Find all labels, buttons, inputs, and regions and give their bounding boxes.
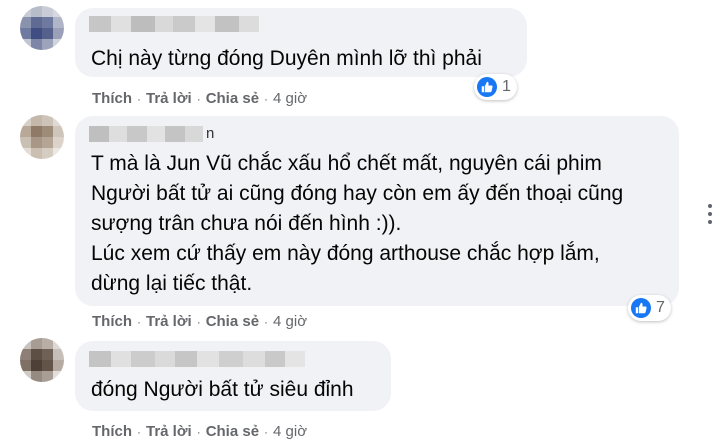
reply-button[interactable]: Trả lời	[146, 313, 192, 330]
timestamp-link[interactable]: 4 giờ	[273, 313, 307, 330]
separator-dot: ·	[196, 424, 201, 439]
separator-dot: ·	[137, 91, 141, 106]
avatar[interactable]	[20, 115, 64, 159]
author-name-redacted[interactable]	[89, 16, 259, 32]
comment-text: Chị này từng đóng Duyên mình lỡ thì phải	[91, 47, 482, 70]
timestamp-link[interactable]: 4 giờ	[273, 423, 307, 440]
author-name-redacted[interactable]	[89, 351, 305, 367]
comment-bubble: n T mà là Jun Vũ chắc xấu hổ chết mất, n…	[75, 116, 679, 306]
comment-bubble: đóng Người bất tử siêu đỉnh	[75, 341, 391, 411]
avatar[interactable]	[20, 338, 64, 382]
comment-bubble: Chị này từng đóng Duyên mình lỡ thì phải	[75, 8, 527, 77]
separator-dot: ·	[137, 424, 141, 439]
like-thumbs-up-icon	[477, 77, 497, 97]
author-name-visible-part: n	[206, 125, 215, 142]
comment-actions: Thích · Trả lời · Chia sẻ · 4 giờ	[92, 423, 307, 440]
reaction-summary[interactable]: 1	[474, 74, 517, 100]
separator-dot: ·	[264, 91, 269, 106]
like-thumbs-up-icon	[631, 298, 651, 318]
comment-text: T mà là Jun Vũ chắc xấu hổ chết mất, ngu…	[91, 152, 624, 295]
reaction-count: 1	[502, 78, 511, 95]
reply-button[interactable]: Trả lời	[146, 90, 192, 107]
like-button[interactable]: Thích	[92, 423, 132, 440]
separator-dot: ·	[264, 314, 269, 329]
like-button[interactable]: Thích	[92, 90, 132, 107]
comment-actions: Thích · Trả lời · Chia sẻ · 4 giờ	[92, 90, 307, 107]
separator-dot: ·	[196, 91, 201, 106]
comment-text: đóng Người bất tử siêu đỉnh	[91, 378, 354, 401]
separator-dot: ·	[196, 314, 201, 329]
separator-dot: ·	[264, 424, 269, 439]
timestamp-link[interactable]: 4 giờ	[273, 90, 307, 107]
reply-button[interactable]: Trả lời	[146, 423, 192, 440]
reaction-count: 7	[656, 299, 665, 316]
more-options-icon[interactable]	[703, 204, 717, 224]
avatar[interactable]	[20, 6, 64, 50]
share-button[interactable]: Chia sẻ	[206, 313, 259, 330]
share-button[interactable]: Chia sẻ	[206, 90, 259, 107]
separator-dot: ·	[137, 314, 141, 329]
comment-actions: Thích · Trả lời · Chia sẻ · 4 giờ	[92, 313, 307, 330]
reaction-summary[interactable]: 7	[628, 295, 671, 321]
author-name-redacted[interactable]: n	[89, 126, 214, 142]
like-button[interactable]: Thích	[92, 313, 132, 330]
share-button[interactable]: Chia sẻ	[206, 423, 259, 440]
